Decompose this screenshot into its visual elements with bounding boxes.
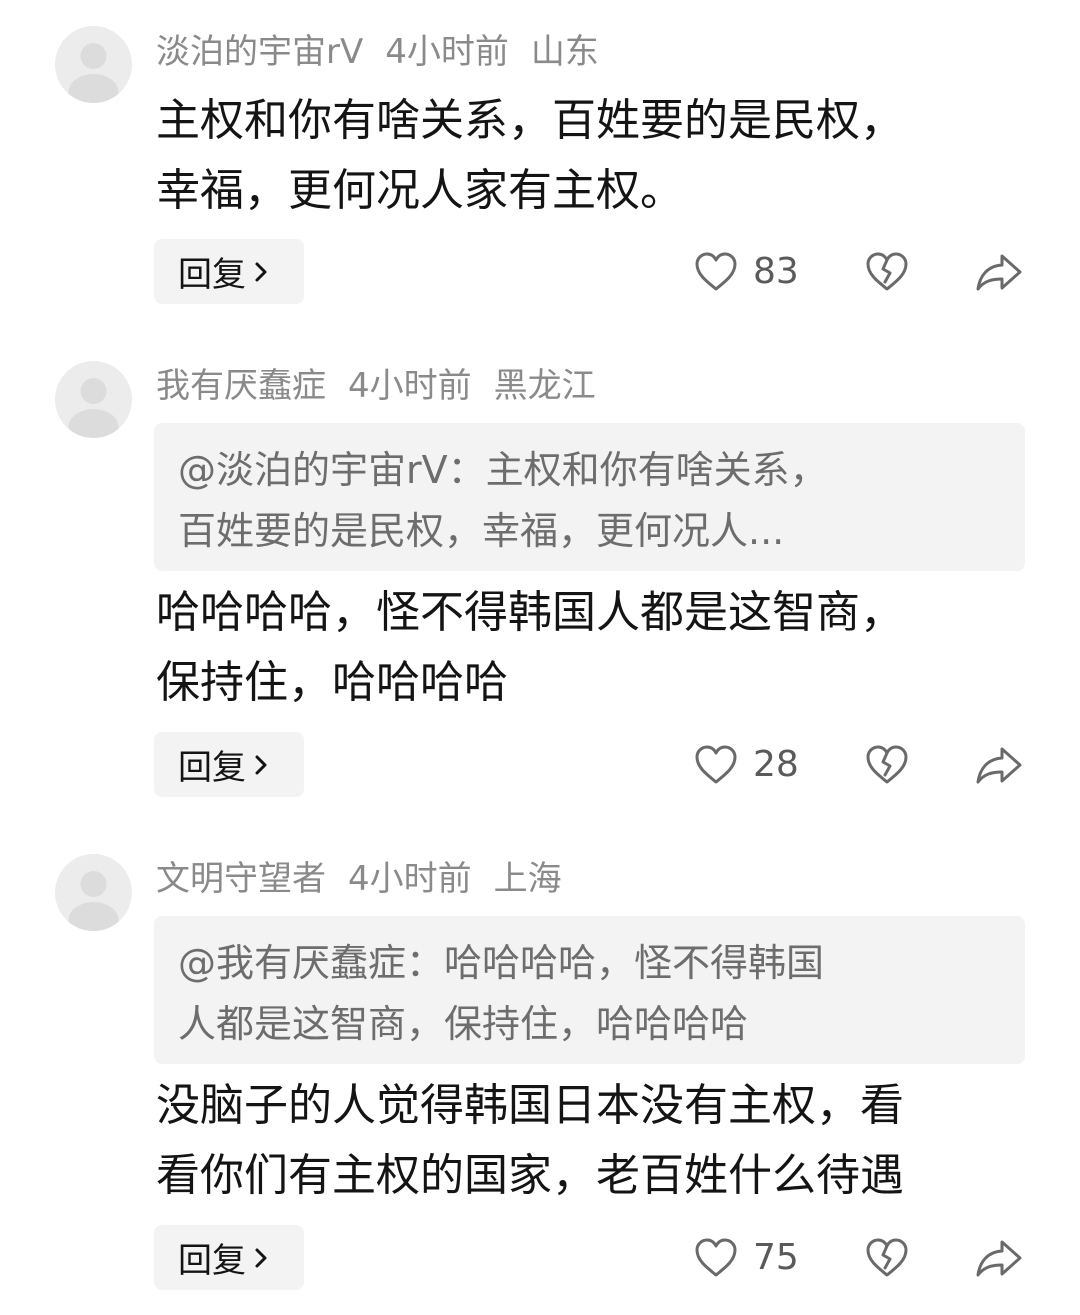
like-count: 75: [753, 1237, 799, 1278]
default-avatar-icon: [68, 871, 119, 931]
share-arrow-icon: [976, 747, 1022, 783]
avatar[interactable]: [55, 26, 132, 103]
chevron-right-icon: [255, 262, 267, 281]
quoted-comment[interactable]: @我有厌蠢症：哈哈哈哈，怪不得韩国 人都是这智商，保持住，哈哈哈哈: [154, 916, 1025, 1064]
heart-outline-icon: [695, 1238, 737, 1276]
broken-heart-icon: [866, 1238, 908, 1276]
dislike-button[interactable]: [862, 1225, 912, 1290]
username[interactable]: 文明守望者: [156, 859, 326, 899]
share-arrow-icon: [976, 254, 1022, 290]
timestamp: 4小时前: [348, 366, 472, 406]
comment-text-line: 看你们有主权的国家，老百姓什么待遇: [156, 1150, 904, 1201]
like-button[interactable]: 28: [693, 732, 799, 797]
dislike-button[interactable]: [862, 239, 912, 304]
like-button[interactable]: 75: [693, 1225, 799, 1290]
comment-text-line: 幸福，更何况人家有主权。: [156, 165, 684, 216]
share-button[interactable]: [973, 239, 1025, 304]
reply-button[interactable]: 回复: [154, 239, 304, 304]
quoted-comment-line: @我有厌蠢症：哈哈哈哈，怪不得韩国: [178, 941, 825, 985]
quoted-comment-line: 人都是这智商，保持住，哈哈哈哈: [178, 1002, 749, 1046]
share-button[interactable]: [973, 1225, 1025, 1290]
timestamp: 4小时前: [348, 859, 472, 899]
share-button[interactable]: [973, 732, 1025, 797]
broken-heart-icon: [866, 252, 908, 290]
quoted-comment-line: @淡泊的宇宙rV：主权和你有啥关系，: [178, 448, 828, 492]
share-arrow-icon: [976, 1240, 1022, 1276]
quoted-comment-line: 百姓要的是民权，幸福，更何况人...: [178, 509, 785, 553]
reply-label: 回复: [178, 1241, 246, 1281]
timestamp: 4小时前: [385, 32, 509, 72]
username[interactable]: 我有厌蠢症: [156, 366, 326, 406]
like-count: 28: [753, 744, 799, 785]
username[interactable]: 淡泊的宇宙rV: [156, 32, 363, 72]
comment-text: 主权和你有啥关系，百姓要的是民权， 幸福，更何况人家有主权。: [156, 86, 1016, 226]
comment-meta: 我有厌蠢症 4小时前 黑龙江: [156, 362, 618, 410]
comment-text-line: 保持住，哈哈哈哈: [156, 657, 508, 708]
heart-outline-icon: [695, 745, 737, 783]
chevron-right-icon: [255, 755, 267, 774]
like-button[interactable]: 83: [693, 239, 799, 304]
avatar[interactable]: [55, 361, 132, 438]
avatar[interactable]: [55, 854, 132, 931]
comment-text-line: 哈哈哈哈，怪不得韩国人都是这智商，: [156, 587, 904, 638]
reply-label: 回复: [178, 748, 246, 788]
location: 山东: [530, 32, 599, 72]
comment-meta: 淡泊的宇宙rV 4小时前 山东: [156, 28, 621, 76]
location: 黑龙江: [493, 366, 596, 406]
location: 上海: [493, 859, 562, 899]
chevron-right-icon: [255, 1248, 267, 1267]
comment-text: 哈哈哈哈，怪不得韩国人都是这智商， 保持住，哈哈哈哈: [156, 578, 1016, 718]
reply-button[interactable]: 回复: [154, 1225, 304, 1290]
comment-meta: 文明守望者 4小时前 上海: [156, 855, 584, 903]
like-count: 83: [753, 251, 799, 292]
reply-label: 回复: [178, 255, 246, 295]
dislike-button[interactable]: [862, 732, 912, 797]
comment-text: 没脑子的人觉得韩国日本没有主权，看 看你们有主权的国家，老百姓什么待遇: [156, 1071, 1016, 1211]
heart-outline-icon: [695, 252, 737, 290]
quoted-comment[interactable]: @淡泊的宇宙rV：主权和你有啥关系， 百姓要的是民权，幸福，更何况人...: [154, 423, 1025, 571]
broken-heart-icon: [866, 745, 908, 783]
comment-text-line: 没脑子的人觉得韩国日本没有主权，看: [156, 1080, 904, 1131]
reply-button[interactable]: 回复: [154, 732, 304, 797]
default-avatar-icon: [68, 378, 119, 438]
default-avatar-icon: [68, 43, 119, 103]
comment-text-line: 主权和你有啥关系，百姓要的是民权，: [156, 95, 904, 146]
